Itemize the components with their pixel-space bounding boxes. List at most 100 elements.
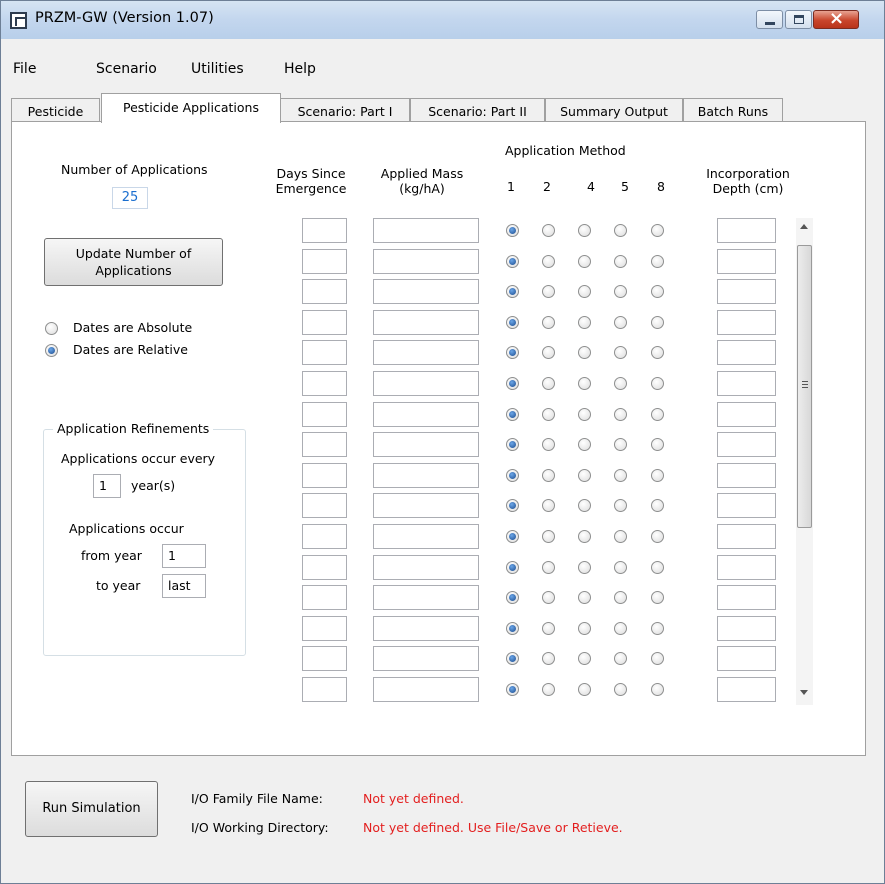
method-radio-5[interactable] (614, 346, 627, 359)
depth-cell[interactable] (717, 677, 776, 702)
method-radio-2[interactable] (542, 316, 555, 329)
run-simulation-button[interactable]: Run Simulation (25, 781, 158, 837)
days-cell[interactable] (302, 249, 347, 274)
method-radio-8[interactable] (651, 285, 664, 298)
menu-file[interactable]: File (13, 61, 36, 77)
method-radio-2[interactable] (542, 438, 555, 451)
tab-scenario-part-2[interactable]: Scenario: Part II (410, 98, 545, 122)
method-radio-2[interactable] (542, 561, 555, 574)
method-radio-1[interactable] (506, 591, 519, 604)
days-cell[interactable] (302, 585, 347, 610)
method-radio-2[interactable] (542, 285, 555, 298)
update-number-button[interactable]: Update Number of Applications (44, 238, 223, 286)
method-radio-4[interactable] (578, 377, 591, 390)
mass-cell[interactable] (373, 555, 479, 580)
method-radio-8[interactable] (651, 255, 664, 268)
method-radio-4[interactable] (578, 683, 591, 696)
tab-summary-output[interactable]: Summary Output (545, 98, 683, 122)
method-radio-5[interactable] (614, 591, 627, 604)
method-radio-5[interactable] (614, 224, 627, 237)
mass-cell[interactable] (373, 646, 479, 671)
method-radio-4[interactable] (578, 469, 591, 482)
depth-cell[interactable] (717, 585, 776, 610)
method-radio-2[interactable] (542, 591, 555, 604)
mass-cell[interactable] (373, 340, 479, 365)
method-radio-2[interactable] (542, 652, 555, 665)
method-radio-5[interactable] (614, 408, 627, 421)
method-radio-4[interactable] (578, 316, 591, 329)
method-radio-2[interactable] (542, 622, 555, 635)
method-radio-2[interactable] (542, 499, 555, 512)
method-radio-2[interactable] (542, 469, 555, 482)
days-cell[interactable] (302, 432, 347, 457)
days-cell[interactable] (302, 218, 347, 243)
tab-pesticide[interactable]: Pesticide (11, 98, 100, 122)
days-cell[interactable] (302, 340, 347, 365)
method-radio-2[interactable] (542, 224, 555, 237)
method-radio-1[interactable] (506, 561, 519, 574)
tab-scenario-part-1[interactable]: Scenario: Part I (280, 98, 410, 122)
method-radio-1[interactable] (506, 469, 519, 482)
mass-cell[interactable] (373, 402, 479, 427)
mass-cell[interactable] (373, 463, 479, 488)
scroll-down-icon[interactable] (800, 690, 808, 695)
method-radio-5[interactable] (614, 285, 627, 298)
method-radio-5[interactable] (614, 438, 627, 451)
days-cell[interactable] (302, 463, 347, 488)
method-radio-4[interactable] (578, 346, 591, 359)
method-radio-5[interactable] (614, 622, 627, 635)
num-applications-input[interactable]: 25 (112, 187, 148, 209)
method-radio-5[interactable] (614, 683, 627, 696)
days-cell[interactable] (302, 310, 347, 335)
depth-cell[interactable] (717, 524, 776, 549)
method-radio-8[interactable] (651, 224, 664, 237)
maximize-button[interactable] (785, 10, 812, 29)
mass-cell[interactable] (373, 371, 479, 396)
method-radio-1[interactable] (506, 408, 519, 421)
method-radio-1[interactable] (506, 255, 519, 268)
method-radio-1[interactable] (506, 285, 519, 298)
depth-cell[interactable] (717, 463, 776, 488)
menu-help[interactable]: Help (284, 61, 316, 77)
method-radio-5[interactable] (614, 652, 627, 665)
method-radio-8[interactable] (651, 591, 664, 604)
mass-cell[interactable] (373, 616, 479, 641)
method-radio-4[interactable] (578, 652, 591, 665)
grid-scrollbar[interactable] (796, 218, 813, 705)
dates-absolute-radio[interactable] (45, 322, 58, 335)
depth-cell[interactable] (717, 402, 776, 427)
method-radio-8[interactable] (651, 377, 664, 390)
days-cell[interactable] (302, 493, 347, 518)
days-cell[interactable] (302, 402, 347, 427)
method-radio-4[interactable] (578, 530, 591, 543)
method-radio-1[interactable] (506, 499, 519, 512)
days-cell[interactable] (302, 371, 347, 396)
method-radio-4[interactable] (578, 224, 591, 237)
scroll-up-icon[interactable] (800, 224, 808, 229)
close-button[interactable]: × (813, 8, 859, 29)
method-radio-4[interactable] (578, 622, 591, 635)
depth-cell[interactable] (717, 493, 776, 518)
method-radio-4[interactable] (578, 285, 591, 298)
depth-cell[interactable] (717, 616, 776, 641)
method-radio-4[interactable] (578, 408, 591, 421)
mass-cell[interactable] (373, 249, 479, 274)
method-radio-5[interactable] (614, 377, 627, 390)
method-radio-1[interactable] (506, 224, 519, 237)
depth-cell[interactable] (717, 555, 776, 580)
depth-cell[interactable] (717, 218, 776, 243)
method-radio-1[interactable] (506, 346, 519, 359)
method-radio-1[interactable] (506, 622, 519, 635)
to-year-input[interactable]: last (162, 574, 206, 598)
method-radio-2[interactable] (542, 377, 555, 390)
mass-cell[interactable] (373, 218, 479, 243)
method-radio-8[interactable] (651, 652, 664, 665)
method-radio-2[interactable] (542, 346, 555, 359)
method-radio-8[interactable] (651, 499, 664, 512)
depth-cell[interactable] (717, 279, 776, 304)
method-radio-5[interactable] (614, 316, 627, 329)
method-radio-2[interactable] (542, 530, 555, 543)
tab-pesticide-applications[interactable]: Pesticide Applications (101, 93, 281, 123)
method-radio-4[interactable] (578, 561, 591, 574)
days-cell[interactable] (302, 524, 347, 549)
